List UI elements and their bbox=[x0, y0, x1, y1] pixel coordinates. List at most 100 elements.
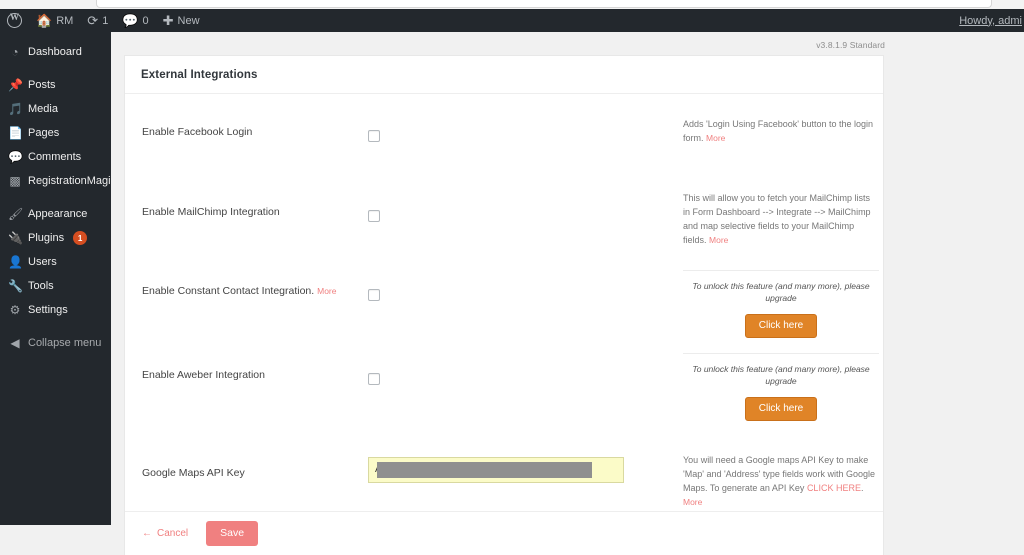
sidebar-item-label: Tools bbox=[28, 280, 54, 292]
admin-bar-site-name[interactable]: 🏠 RM bbox=[29, 9, 80, 32]
comment-icon: 💬 bbox=[8, 151, 22, 163]
registrationmagic-icon: ▩ bbox=[8, 175, 22, 187]
wp-admin-bar: 🏠 RM ⟳ 1 💬 0 ✚ New Howdy, admi bbox=[0, 9, 1024, 32]
sidebar-divider bbox=[0, 64, 111, 73]
admin-bar-updates[interactable]: ⟳ 1 bbox=[80, 9, 115, 32]
sidebar-item-label: Media bbox=[28, 103, 58, 115]
upgrade-block-constant-contact: To unlock this feature (and many more), … bbox=[683, 270, 879, 338]
sidebar-item-posts[interactable]: 📌 Posts bbox=[0, 73, 111, 97]
setting-label-aweber: Enable Aweber Integration bbox=[142, 369, 372, 383]
checkbox-enable-constant-contact[interactable] bbox=[368, 289, 380, 301]
checkbox-enable-aweber[interactable] bbox=[368, 373, 380, 385]
sidebar-item-label: Settings bbox=[28, 304, 68, 316]
upgrade-click-here-button-constant-contact[interactable]: Click here bbox=[745, 314, 817, 338]
page-title: External Integrations bbox=[141, 69, 258, 81]
sidebar-item-registrationmagic[interactable]: ▩ RegistrationMagic bbox=[0, 169, 111, 193]
sidebar-item-pages[interactable]: 📄 Pages bbox=[0, 121, 111, 145]
sidebar-divider bbox=[0, 193, 111, 202]
sidebar-item-label: Posts bbox=[28, 79, 56, 91]
setting-row-google-maps-api-key: Google Maps API Key A You will need a Go… bbox=[125, 426, 883, 510]
sidebar-item-label: Plugins bbox=[28, 232, 64, 244]
setting-desc-constant-contact: To unlock this feature (and many more), … bbox=[683, 270, 879, 338]
sidebar-item-comments[interactable]: 💬 Comments bbox=[0, 145, 111, 169]
upgrade-click-here-button-aweber[interactable]: Click here bbox=[745, 397, 817, 421]
plugin-version-label: v3.8.1.9 Standard bbox=[816, 40, 885, 50]
setting-control-constant-contact bbox=[368, 286, 668, 304]
sidebar-item-label: Collapse menu bbox=[28, 337, 101, 349]
upgrade-message: To unlock this feature (and many more), … bbox=[683, 280, 879, 305]
admin-bar-new-content[interactable]: ✚ New bbox=[156, 9, 207, 32]
google-maps-desc-period: . bbox=[861, 483, 864, 493]
browser-chrome-sliver bbox=[0, 0, 1024, 9]
tools-icon: 🔧 bbox=[8, 280, 22, 292]
google-maps-click-here-link[interactable]: CLICK HERE bbox=[807, 483, 861, 493]
plugins-icon: 🔌 bbox=[8, 232, 22, 244]
plus-icon: ✚ bbox=[163, 14, 174, 27]
media-icon: 🎵 bbox=[8, 103, 22, 115]
home-icon: 🏠 bbox=[36, 14, 52, 27]
pages-icon: 📄 bbox=[8, 127, 22, 139]
sidebar-item-label: RegistrationMagic bbox=[28, 175, 116, 187]
sidebar-item-label: Pages bbox=[28, 127, 59, 139]
appearance-icon: 🖌 bbox=[8, 208, 22, 220]
google-maps-more-link[interactable]: More bbox=[683, 497, 702, 507]
admin-bar-wp-logo[interactable] bbox=[0, 9, 29, 32]
setting-label-mailchimp: Enable MailChimp Integration bbox=[142, 206, 372, 220]
admin-main-content: v3.8.1.9 Standard External Integrations … bbox=[111, 32, 1024, 525]
checkbox-enable-mailchimp[interactable] bbox=[368, 210, 380, 222]
setting-row-constant-contact: Enable Constant Contact Integration. Mor… bbox=[125, 260, 883, 343]
setting-control-facebook-login bbox=[368, 127, 668, 145]
google-maps-api-key-wrap: A bbox=[368, 457, 624, 483]
collapse-menu-icon: ◀ bbox=[8, 337, 22, 349]
card-header: External Integrations bbox=[125, 56, 883, 94]
setting-desc-aweber: To unlock this feature (and many more), … bbox=[683, 353, 879, 421]
constant-contact-more-link[interactable]: More bbox=[317, 286, 336, 296]
cancel-button[interactable]: ← Cancel bbox=[142, 528, 188, 539]
sidebar-item-label: Comments bbox=[28, 151, 81, 163]
admin-bar-new-label: New bbox=[178, 15, 200, 27]
setting-control-mailchimp bbox=[368, 207, 668, 225]
setting-desc-mailchimp: This will allow you to fetch your MailCh… bbox=[683, 192, 879, 248]
facebook-more-link[interactable]: More bbox=[706, 133, 725, 143]
sidebar-divider bbox=[0, 322, 111, 331]
browser-url-bar[interactable] bbox=[96, 0, 992, 8]
sidebar-item-dashboard[interactable]: ◔ Dashboard bbox=[0, 40, 111, 64]
admin-bar-updates-count: 1 bbox=[102, 15, 108, 27]
cancel-label: Cancel bbox=[157, 528, 188, 539]
setting-label-facebook-login: Enable Facebook Login bbox=[142, 126, 372, 140]
external-integrations-card: External Integrations Enable Facebook Lo… bbox=[124, 55, 884, 555]
sidebar-item-label: Appearance bbox=[28, 208, 87, 220]
sidebar-item-label: Dashboard bbox=[28, 46, 82, 58]
setting-control-google-maps-api-key: A bbox=[368, 457, 668, 483]
sidebar-item-users[interactable]: 👤 Users bbox=[0, 250, 111, 274]
admin-bar-comments-count: 0 bbox=[143, 15, 149, 27]
sidebar-item-plugins[interactable]: 🔌 Plugins 1 bbox=[0, 226, 111, 250]
mailchimp-more-link[interactable]: More bbox=[709, 235, 728, 245]
wordpress-logo-icon bbox=[7, 13, 22, 28]
users-icon: 👤 bbox=[8, 256, 22, 268]
sidebar-item-label: Users bbox=[28, 256, 57, 268]
upgrade-block-aweber: To unlock this feature (and many more), … bbox=[683, 353, 879, 421]
setting-label-constant-contact: Enable Constant Contact Integration. Mor… bbox=[142, 285, 392, 299]
sidebar-item-tools[interactable]: 🔧 Tools bbox=[0, 274, 111, 298]
admin-bar-comments[interactable]: 💬 0 bbox=[115, 9, 155, 32]
checkbox-enable-facebook-login[interactable] bbox=[368, 130, 380, 142]
admin-bar-right-group: Howdy, admi bbox=[952, 15, 1024, 27]
admin-bar-my-account[interactable]: Howdy, admi bbox=[952, 15, 1024, 27]
updates-icon: ⟳ bbox=[87, 14, 98, 27]
sidebar-item-collapse-menu[interactable]: ◀ Collapse menu bbox=[0, 331, 111, 355]
setting-desc-google-maps-api-key: You will need a Google maps API Key to m… bbox=[683, 454, 879, 510]
google-maps-api-key-input[interactable]: A bbox=[368, 457, 624, 483]
setting-control-aweber bbox=[368, 370, 668, 388]
setting-row-aweber: Enable Aweber Integration To unlock this… bbox=[125, 343, 883, 426]
setting-label-google-maps-api-key: Google Maps API Key bbox=[142, 467, 372, 481]
comment-bubble-icon: 💬 bbox=[122, 14, 138, 27]
sidebar-item-settings[interactable]: ⚙ Settings bbox=[0, 298, 111, 322]
sidebar-item-media[interactable]: 🎵 Media bbox=[0, 97, 111, 121]
sidebar-item-appearance[interactable]: 🖌 Appearance bbox=[0, 202, 111, 226]
setting-row-mailchimp: Enable MailChimp Integration This will a… bbox=[125, 177, 883, 260]
pin-icon: 📌 bbox=[8, 79, 22, 91]
settings-icon: ⚙ bbox=[8, 304, 22, 316]
setting-row-facebook-login: Enable Facebook Login Adds 'Login Using … bbox=[125, 94, 883, 177]
setting-desc-facebook-login: Adds 'Login Using Facebook' button to th… bbox=[683, 118, 879, 146]
